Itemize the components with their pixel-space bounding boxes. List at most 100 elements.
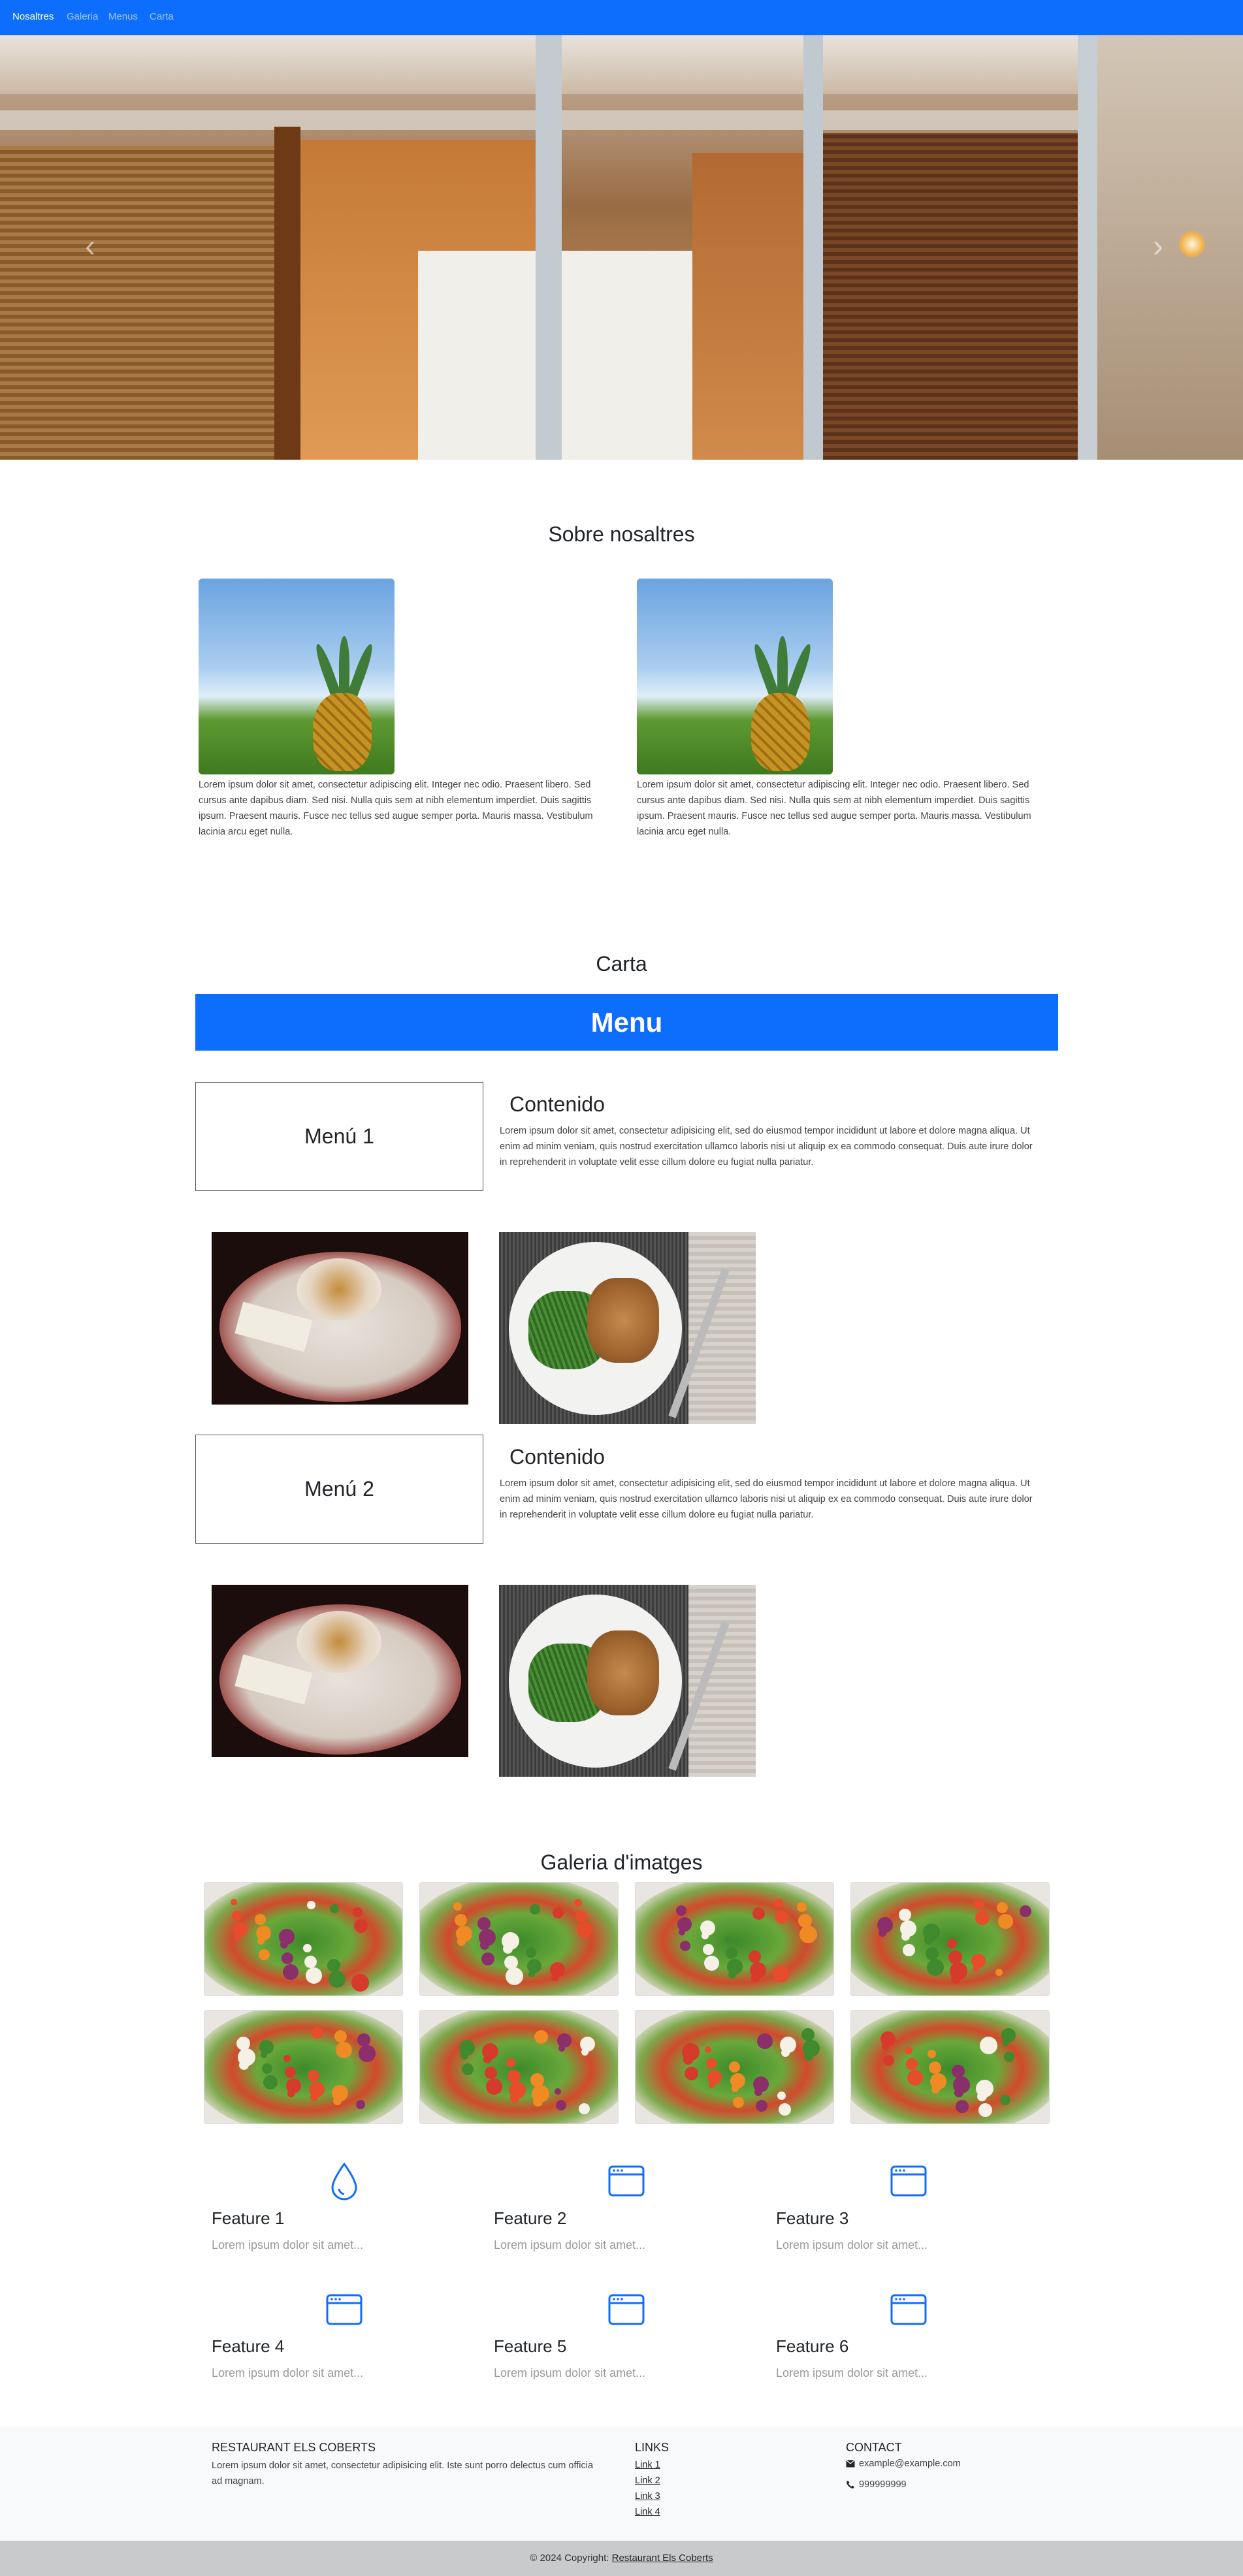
gallery-image-8[interactable] <box>850 2010 1050 2124</box>
footer-link-1[interactable]: Link 1 <box>635 2460 660 2470</box>
nav-link-galeria[interactable]: Galeria <box>67 11 98 22</box>
salad-garnish <box>752 1907 765 1920</box>
salad-garnish <box>285 2067 296 2078</box>
gallery-image-4[interactable] <box>850 1882 1050 1996</box>
salad-garnish <box>899 1909 911 1921</box>
salad-garnish <box>703 1944 714 1955</box>
salad-garnish <box>579 2103 590 2114</box>
nav-link-carta[interactable]: Carta <box>150 11 174 22</box>
salad-garnish <box>283 2055 291 2062</box>
gallery-image-2[interactable] <box>419 1882 619 1996</box>
salad-garnish <box>751 1974 760 1982</box>
salad-garnish <box>952 2065 965 2078</box>
salad-garnish <box>756 2100 767 2112</box>
salad-garnish <box>779 2103 791 2116</box>
feature-2-text: Lorem ipsum dolor sit amet... <box>494 2238 646 2251</box>
salad-garnish <box>553 1907 564 1918</box>
salad-garnish <box>980 2037 997 2054</box>
gallery-image-7[interactable] <box>635 2010 834 2124</box>
menu-2-chicken-image <box>499 1585 756 1777</box>
menu-1-heading: Contenido <box>509 1092 605 1116</box>
gallery-image-1[interactable] <box>204 1882 403 1996</box>
gallery-image-5[interactable] <box>204 2010 403 2124</box>
footer-phone[interactable]: 999999999 <box>859 2477 907 2492</box>
salad-garnish <box>926 1947 939 1960</box>
salad-garnish <box>729 2061 740 2073</box>
salad-garnish <box>804 2052 813 2061</box>
salad-garnish <box>231 1899 237 1905</box>
salad-garnish <box>903 1944 915 1956</box>
menu-2-text: Lorem ipsum dolor sit amet, consectetur … <box>500 1478 1033 1520</box>
footer-link-4[interactable]: Link 4 <box>635 2507 660 2517</box>
salad-garnish <box>978 2103 992 2117</box>
salad-garnish <box>483 2055 492 2063</box>
gallery-title: Galeria d'imatges <box>540 1851 703 1874</box>
salad-garnish <box>334 2030 347 2043</box>
salad-garnish <box>357 2033 370 2046</box>
salad-garnish <box>263 2075 278 2090</box>
salad-garnish <box>975 1911 990 1925</box>
window-icon <box>326 2294 363 2325</box>
salad-garnish <box>775 1911 788 1924</box>
feature-4-text: Lorem ipsum dolor sit amet... <box>212 2366 364 2379</box>
feature-3-title: Feature 3 <box>776 2208 849 2228</box>
salad-garnish <box>333 2097 342 2105</box>
gallery-image-6[interactable] <box>419 2010 619 2124</box>
salad-garnish <box>312 2027 323 2039</box>
menu-1-text: Lorem ipsum dolor sit amet, consectetur … <box>500 1126 1033 1168</box>
footer-email[interactable]: example@example.com <box>859 2456 961 2472</box>
salad-garnish <box>732 2085 739 2092</box>
salad-garnish <box>951 1974 961 1984</box>
window-icon <box>890 2294 927 2325</box>
salad-garnish <box>733 2097 744 2108</box>
salad-garnish <box>702 1932 709 1939</box>
nav-link-menus[interactable]: Menus <box>108 11 138 22</box>
salad-garnish <box>555 2088 561 2095</box>
salad-garnish <box>728 1971 736 1979</box>
carousel-next-button[interactable]: › <box>1153 231 1163 262</box>
salad-garnish <box>928 2050 936 2058</box>
feature-4-title: Feature 4 <box>212 2336 285 2356</box>
salad-garnish <box>754 2088 762 2096</box>
gallery-image-3[interactable] <box>635 1882 834 1996</box>
about-image-1 <box>199 579 395 774</box>
carousel-prev-button[interactable]: ‹ <box>85 231 95 262</box>
salad-garnish <box>907 2070 923 2086</box>
salad-garnish <box>336 2042 352 2058</box>
salad-garnish <box>749 1950 761 1963</box>
salad-garnish <box>882 2043 889 2050</box>
salad-garnish <box>924 1935 933 1945</box>
nav-link-nosaltres[interactable]: Nosaltres <box>12 11 54 22</box>
footer-link-3[interactable]: Link 3 <box>635 2491 660 2502</box>
salad-garnish <box>551 1974 558 1981</box>
salad-garnish <box>679 1929 685 1935</box>
salad-garnish <box>581 2048 589 2056</box>
feature-3-text: Lorem ipsum dolor sit amet... <box>776 2238 928 2251</box>
menu-1-box[interactable]: Menú 1 <box>195 1082 483 1191</box>
salad-garnish <box>558 2045 565 2052</box>
salad-garnish <box>1000 2095 1010 2105</box>
window-icon <box>608 2165 645 2197</box>
salad-garnish <box>977 2091 987 2101</box>
envelope-icon <box>846 2460 855 2468</box>
salad-garnish <box>353 1907 363 1917</box>
footer-link-2[interactable]: Link 2 <box>635 2475 660 2486</box>
salad-garnish <box>927 1959 944 1976</box>
salad-garnish <box>781 2048 790 2057</box>
copyright-link[interactable]: Restaurant Els Coberts <box>612 2552 713 2564</box>
salad-garnish <box>239 2060 249 2070</box>
menu-2-box[interactable]: Menú 2 <box>195 1435 483 1544</box>
salad-garnish <box>801 2028 815 2041</box>
salad-garnish <box>486 2078 502 2095</box>
salad-garnish <box>905 2046 912 2054</box>
salad-garnish <box>259 1949 270 1960</box>
salad-garnish <box>262 2063 272 2074</box>
salad-garnish <box>1003 2040 1009 2046</box>
window-icon <box>890 2165 927 2197</box>
salad-garnish <box>1020 1905 1031 1917</box>
salad-garnish <box>460 2052 468 2059</box>
salad-garnish <box>685 2067 698 2080</box>
menu-banner: Menu <box>195 994 1058 1051</box>
salad-garnish <box>575 1911 587 1922</box>
feature-2-title: Feature 2 <box>494 2208 567 2228</box>
